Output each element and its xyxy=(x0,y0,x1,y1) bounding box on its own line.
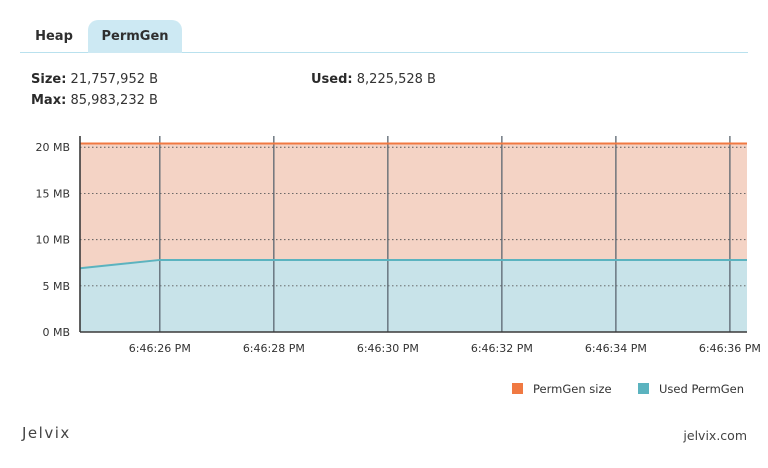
y-tick-label: 10 MB xyxy=(35,234,70,247)
chart-areas xyxy=(80,143,747,332)
brand-logo: Jelvix xyxy=(22,424,71,442)
x-tick-label: 6:46:28 PM xyxy=(243,342,305,355)
y-tick-label: 20 MB xyxy=(35,141,70,154)
stat-max: Max: 85,983,232 B xyxy=(31,93,158,108)
y-tick-label: 0 MB xyxy=(42,326,70,339)
legend-label-permgen-size: PermGen size xyxy=(533,382,612,396)
x-tick-label: 6:46:36 PM xyxy=(699,342,761,355)
stat-size-value: 21,757,952 B xyxy=(70,72,159,87)
y-tick-labels: 0 MB 5 MB 10 MB 15 MB 20 MB xyxy=(35,141,70,339)
x-tick-label: 6:46:30 PM xyxy=(357,342,419,355)
x-tick-label: 6:46:26 PM xyxy=(129,342,191,355)
y-tick-label: 15 MB xyxy=(35,187,70,200)
tab-permgen[interactable]: PermGen xyxy=(88,20,182,53)
tab-bar: Heap PermGen xyxy=(20,20,748,53)
stat-size-label: Size: xyxy=(31,72,67,87)
stat-used-value: 8,225,528 B xyxy=(356,72,436,87)
x-tick-label: 6:46:34 PM xyxy=(585,342,647,355)
legend-used-permgen: Used PermGen xyxy=(638,382,744,396)
stat-used: Used: 8,225,528 B xyxy=(311,72,436,87)
memory-area-chart: 0 MB5 MB10 MB15 MB20 MB 6:46:26 PM 6:46:2… xyxy=(35,136,761,355)
stat-max-label: Max: xyxy=(31,93,67,108)
legend-swatch-permgen-size xyxy=(512,383,523,394)
site-url: jelvix.com xyxy=(683,428,747,443)
stat-size: Size: 21,757,952 B xyxy=(31,72,158,87)
area-series-1 xyxy=(80,259,747,332)
stat-max-value: 85,983,232 B xyxy=(70,93,158,108)
legend-permgen-size: PermGen size xyxy=(512,382,612,396)
legend-label-used-permgen: Used PermGen xyxy=(659,382,745,396)
stat-used-label: Used: xyxy=(311,72,353,87)
x-tick-labels: 6:46:26 PM 6:46:28 PM 6:46:30 PM 6:46:32 PM… xyxy=(129,342,761,355)
legend-swatch-used-permgen xyxy=(638,383,649,394)
tab-heap[interactable]: Heap xyxy=(20,20,88,53)
x-tick-label: 6:46:32 PM xyxy=(471,342,533,355)
y-tick-label: 5 MB xyxy=(42,280,70,293)
